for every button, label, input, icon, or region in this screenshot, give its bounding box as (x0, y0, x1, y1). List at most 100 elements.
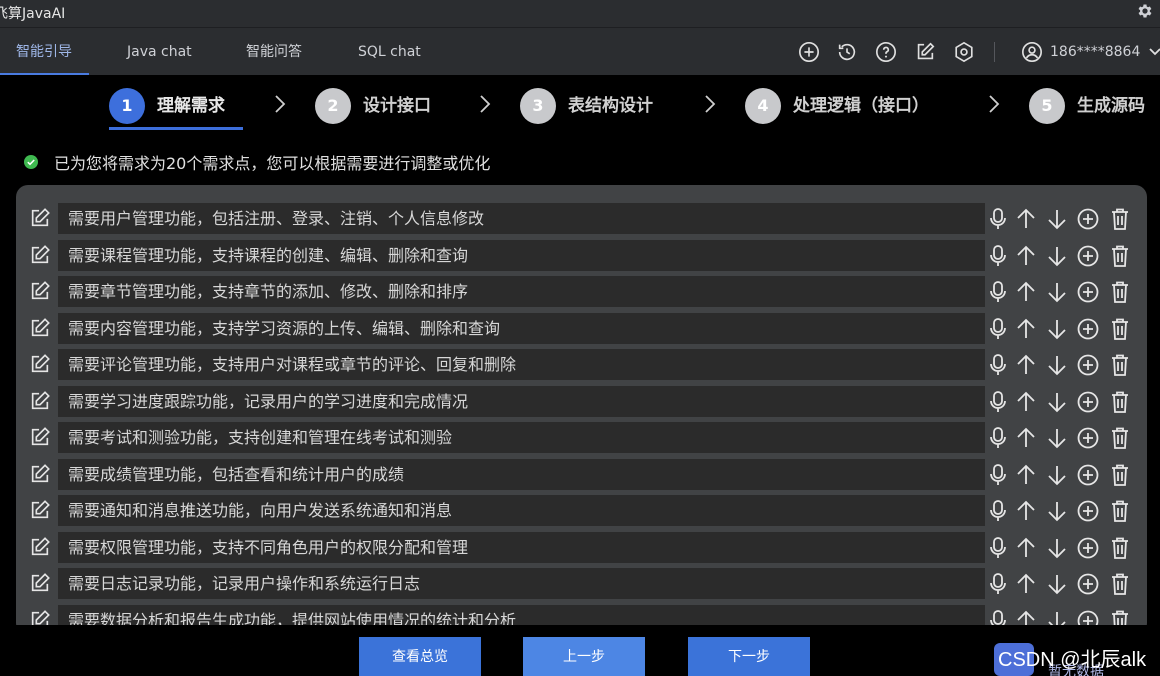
step-5-label[interactable]: 生成源码 (1077, 91, 1145, 116)
edit-note-icon[interactable] (914, 41, 936, 63)
tab-smart-qa[interactable]: 智能问答 (246, 28, 302, 76)
microphone-icon[interactable] (987, 572, 1009, 596)
edit-icon[interactable] (29, 426, 51, 448)
arrow-up-icon[interactable] (1015, 280, 1037, 304)
requirement-field[interactable]: 需要学习进度跟踪功能，记录用户的学习进度和完成情况 (58, 385, 985, 417)
arrow-up-icon[interactable] (1015, 353, 1037, 377)
arrow-up-icon[interactable] (1015, 426, 1037, 450)
microphone-icon[interactable] (987, 353, 1009, 377)
add-circle-icon[interactable] (1077, 390, 1099, 414)
microphone-icon[interactable] (987, 426, 1009, 450)
arrow-down-icon[interactable] (1046, 244, 1068, 268)
step-4-label[interactable]: 处理逻辑（接口） (793, 91, 929, 116)
arrow-down-icon[interactable] (1046, 353, 1068, 377)
microphone-icon[interactable] (987, 536, 1009, 560)
step-4-badge: 4 (745, 88, 781, 124)
edit-icon[interactable] (29, 244, 51, 266)
add-circle-icon[interactable] (798, 41, 820, 63)
trash-icon[interactable] (1109, 353, 1131, 377)
edit-icon[interactable] (29, 463, 51, 485)
tab-smart-guide[interactable]: 智能引导 (16, 28, 72, 76)
add-circle-icon[interactable] (1077, 426, 1099, 450)
tab-sql-chat[interactable]: SQL chat (358, 28, 421, 76)
microphone-icon[interactable] (987, 207, 1009, 231)
requirement-field[interactable]: 需要考试和测验功能，支持创建和管理在线考试和测验 (58, 422, 985, 453)
arrow-up-icon[interactable] (1015, 244, 1037, 268)
add-circle-icon[interactable] (1077, 317, 1099, 341)
requirement-field[interactable]: 需要用户管理功能，包括注册、登录、注销、个人信息修改 (58, 203, 985, 234)
arrow-up-icon[interactable] (1015, 317, 1037, 341)
requirement-field[interactable]: 需要通知和消息推送功能，向用户发送系统通知和消息 (58, 495, 985, 526)
edit-icon[interactable] (29, 390, 51, 412)
chevron-down-icon[interactable] (1148, 46, 1160, 58)
arrow-up-icon[interactable] (1015, 536, 1037, 560)
overview-button[interactable]: 查看总览 (359, 637, 481, 676)
step-1-label[interactable]: 理解需求 (157, 91, 225, 116)
arrow-down-icon[interactable] (1046, 499, 1068, 523)
add-circle-icon[interactable] (1077, 353, 1099, 377)
arrow-down-icon[interactable] (1046, 572, 1068, 596)
arrow-up-icon[interactable] (1015, 499, 1037, 523)
trash-icon[interactable] (1109, 572, 1131, 596)
edit-icon[interactable] (29, 536, 51, 558)
trash-icon[interactable] (1109, 499, 1131, 523)
trash-icon[interactable] (1109, 390, 1131, 414)
requirement-field[interactable]: 需要章节管理功能，支持章节的添加、修改、删除和排序 (58, 276, 985, 307)
edit-icon[interactable] (29, 353, 51, 375)
edit-icon[interactable] (29, 499, 51, 521)
trash-icon[interactable] (1109, 280, 1131, 304)
requirement-field[interactable]: 需要成绩管理功能，包括查看和统计用户的成绩 (58, 458, 985, 490)
chevron-right-icon (989, 95, 1000, 113)
help-icon[interactable] (875, 41, 897, 63)
add-circle-icon[interactable] (1077, 280, 1099, 304)
add-circle-icon[interactable] (1077, 536, 1099, 560)
gear-icon[interactable] (1136, 2, 1154, 20)
microphone-icon[interactable] (987, 390, 1009, 414)
trash-icon[interactable] (1109, 463, 1131, 487)
microphone-icon[interactable] (987, 317, 1009, 341)
requirement-field[interactable]: 需要权限管理功能，支持不同角色用户的权限分配和管理 (58, 531, 985, 563)
requirement-field[interactable]: 需要评论管理功能，支持用户对课程或章节的评论、回复和删除 (58, 349, 985, 380)
arrow-down-icon[interactable] (1046, 317, 1068, 341)
arrow-down-icon[interactable] (1046, 463, 1068, 487)
next-step-button[interactable]: 下一步 (688, 637, 810, 676)
microphone-icon[interactable] (987, 463, 1009, 487)
edit-icon[interactable] (29, 280, 51, 302)
requirement-field[interactable]: 需要内容管理功能，支持学习资源的上传、编辑、删除和查询 (58, 312, 985, 344)
add-circle-icon[interactable] (1077, 499, 1099, 523)
settings-hex-icon[interactable] (953, 41, 975, 63)
trash-icon[interactable] (1109, 244, 1131, 268)
edit-icon[interactable] (29, 572, 51, 594)
add-circle-icon[interactable] (1077, 207, 1099, 231)
arrow-up-icon[interactable] (1015, 207, 1037, 231)
requirement-field[interactable]: 需要日志记录功能，记录用户操作和系统运行日志 (58, 568, 985, 599)
arrow-down-icon[interactable] (1046, 280, 1068, 304)
trash-icon[interactable] (1109, 207, 1131, 231)
arrow-down-icon[interactable] (1046, 390, 1068, 414)
step-3-label[interactable]: 表结构设计 (568, 91, 653, 116)
microphone-icon[interactable] (987, 244, 1009, 268)
requirement-field[interactable]: 需要课程管理功能，支持课程的创建、编辑、删除和查询 (58, 239, 985, 271)
add-circle-icon[interactable] (1077, 463, 1099, 487)
prev-step-button[interactable]: 上一步 (523, 637, 645, 676)
history-icon[interactable] (836, 41, 858, 63)
trash-icon[interactable] (1109, 317, 1131, 341)
user-avatar-icon[interactable] (1021, 41, 1043, 63)
arrow-up-icon[interactable] (1015, 572, 1037, 596)
edit-icon[interactable] (29, 207, 51, 229)
tab-java-chat[interactable]: Java chat (127, 28, 192, 76)
trash-icon[interactable] (1109, 536, 1131, 560)
arrow-down-icon[interactable] (1046, 536, 1068, 560)
edit-icon[interactable] (29, 317, 51, 339)
arrow-up-icon[interactable] (1015, 463, 1037, 487)
add-circle-icon[interactable] (1077, 244, 1099, 268)
user-name[interactable]: 186****8864 (1050, 28, 1140, 76)
arrow-down-icon[interactable] (1046, 207, 1068, 231)
trash-icon[interactable] (1109, 426, 1131, 450)
step-2-label[interactable]: 设计接口 (363, 91, 431, 116)
arrow-up-icon[interactable] (1015, 390, 1037, 414)
microphone-icon[interactable] (987, 280, 1009, 304)
add-circle-icon[interactable] (1077, 572, 1099, 596)
microphone-icon[interactable] (987, 499, 1009, 523)
arrow-down-icon[interactable] (1046, 426, 1068, 450)
